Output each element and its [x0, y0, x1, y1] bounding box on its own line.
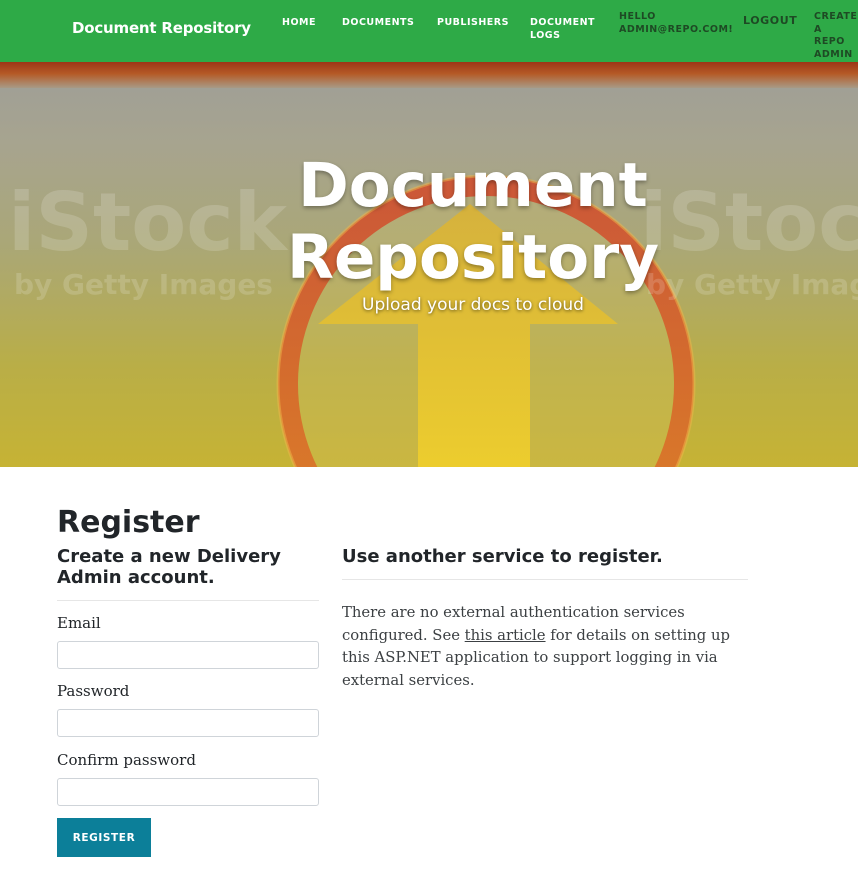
external-services-text: There are no external authentication ser…: [342, 602, 757, 692]
external-services-heading: Use another service to register.: [342, 546, 663, 567]
brand-link[interactable]: Document Repository: [72, 19, 251, 37]
nav-create-admin-link[interactable]: CREATE A REPO ADMIN: [814, 11, 858, 61]
password-input[interactable]: [57, 709, 319, 737]
form-divider: [57, 600, 319, 601]
nav-publishers-link[interactable]: PUBLISHERS: [437, 17, 509, 30]
nav-document-logs-link[interactable]: DOCUMENT LOGS: [530, 17, 595, 42]
external-divider: [342, 579, 748, 580]
hero-title-line2: Repository: [286, 222, 660, 293]
confirm-password-input[interactable]: [57, 778, 319, 806]
nav-logout-link[interactable]: LOGOUT: [743, 14, 797, 28]
confirm-password-label: Confirm password: [57, 751, 196, 769]
this-article-link[interactable]: this article: [465, 627, 546, 644]
hero-subtitle: Upload your docs to cloud: [362, 295, 584, 315]
page-title: Register: [57, 505, 200, 540]
email-input[interactable]: [57, 641, 319, 669]
email-label: Email: [57, 614, 101, 632]
hero-title-line1: Document: [298, 150, 648, 221]
register-form-subtitle: Create a new Delivery Admin account.: [57, 546, 281, 588]
hero-banner: iStock by Getty Images iStock by Getty I…: [0, 62, 858, 467]
top-navbar: Document Repository HOME DOCUMENTS PUBLI…: [0, 0, 858, 62]
hero-title: Document Repository: [0, 150, 858, 294]
register-button[interactable]: REGISTER: [57, 818, 151, 857]
nav-documents-link[interactable]: DOCUMENTS: [342, 17, 414, 30]
nav-hello-user-link[interactable]: HELLO ADMIN@REPO.COM!: [619, 11, 733, 36]
password-label: Password: [57, 682, 130, 700]
nav-home-link[interactable]: HOME: [282, 17, 316, 30]
